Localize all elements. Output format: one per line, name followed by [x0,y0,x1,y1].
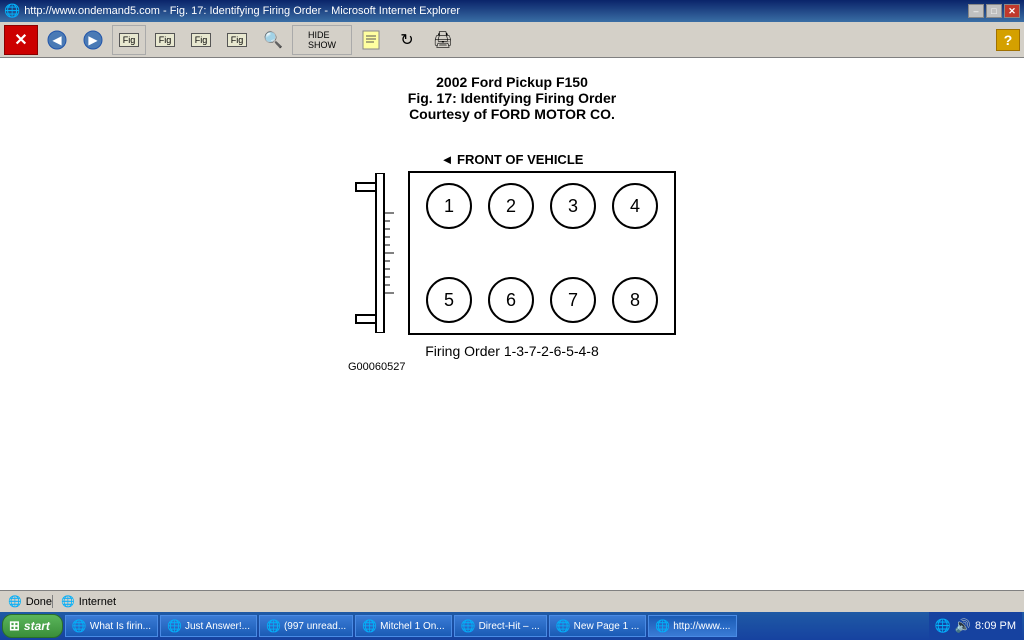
taskbar-label-5: New Page 1 ... [574,621,640,632]
svg-text:▶: ▶ [88,33,98,47]
taskbar-icon-0: 🌐 [72,619,87,633]
status-text: Done [26,596,52,608]
taskbar-item-1[interactable]: 🌐 Just Answer!... [160,615,257,637]
toolbar-hideshow-btn[interactable]: HIDESHOW [292,25,352,55]
engine-diagram: 1 2 3 4 5 6 7 8 [348,171,676,335]
toolbar-help-btn[interactable]: ? [996,29,1020,51]
internet-zone: 🌐 Internet [52,595,116,608]
windows-logo: ⊞ [9,618,20,634]
cylinder-5: 5 [426,277,472,323]
taskbar-item-5[interactable]: 🌐 New Page 1 ... [549,615,647,637]
taskbar-label-0: What Is firin... [90,621,151,632]
minimize-btn[interactable]: – [968,4,984,18]
tray-volume-icon: 🔊 [955,618,971,634]
taskbar-label-1: Just Answer!... [185,621,250,632]
zone-icon: 🌐 [61,595,75,608]
cylinder-6: 6 [488,277,534,323]
tray-time: 8:09 PM [975,620,1016,632]
toolbar-fig4-btn[interactable]: Fig [220,25,254,55]
crank-svg [348,173,408,333]
maximize-btn[interactable]: □ [986,4,1002,18]
taskbar-icon-5: 🌐 [556,619,571,633]
taskbar-icon-4: 🌐 [461,619,476,633]
cylinder-4: 4 [612,183,658,229]
zone-label: Internet [79,596,116,608]
taskbar-label-2: (997 unread... [284,621,346,632]
start-label: start [24,619,50,633]
engine-block: 1 2 3 4 5 6 7 8 [408,171,676,335]
status-bar: 🌐 Done 🌐 Internet [0,590,1024,612]
cylinder-7: 7 [550,277,596,323]
toolbar-fig2-btn[interactable]: Fig [148,25,182,55]
part-number: G00060527 [348,361,406,373]
toolbar-fig3-btn[interactable]: Fig [184,25,218,55]
title-bar: 🌐 http://www.ondemand5.com - Fig. 17: Id… [0,0,1024,22]
fig-title: Fig. 17: Identifying Firing Order [408,90,616,106]
main-content: 2002 Ford Pickup F150 Fig. 17: Identifyi… [0,58,1024,590]
toolbar-fig1-btn[interactable]: Fig [112,25,146,55]
taskbar-icon-2: 🌐 [266,619,281,633]
toolbar-fwd-btn[interactable]: ▶ [76,25,110,55]
cylinder-8: 8 [612,277,658,323]
vehicle-title: 2002 Ford Pickup F150 [436,74,588,90]
crank-shape [348,173,408,333]
cylinder-1: 1 [426,183,472,229]
status-icon: 🌐 [8,595,22,608]
taskbar-item-3[interactable]: 🌐 Mitchel 1 On... [355,615,451,637]
toolbar-print-btn[interactable]: 🖨 [426,25,460,55]
toolbar-rotate-btn[interactable]: ↻ [390,25,424,55]
taskbar-icon-3: 🌐 [362,619,377,633]
cylinder-3: 3 [550,183,596,229]
toolbar: ✕ ◀ ▶ Fig Fig Fig Fig 🔍 HIDESHOW [0,22,1024,58]
toolbar-notes-btn[interactable] [354,25,388,55]
title-bar-controls: – □ ✕ [968,4,1020,18]
cylinder-2: 2 [488,183,534,229]
start-button[interactable]: ⊞ start [2,614,63,638]
taskbar-label-4: Direct-Hit – ... [479,621,540,632]
system-tray: 🌐 🔊 8:09 PM [929,612,1022,640]
title-bar-text: http://www.ondemand5.com - Fig. 17: Iden… [24,5,968,17]
tray-network-icon: 🌐 [935,618,951,634]
taskbar-icon-6: 🌐 [655,619,670,633]
title-bar-icon: 🌐 [4,3,20,19]
toolbar-back-btn[interactable]: ◀ [40,25,74,55]
taskbar-item-2[interactable]: 🌐 (997 unread... [259,615,353,637]
taskbar: ⊞ start 🌐 What Is firin... 🌐 Just Answer… [0,612,1024,640]
taskbar-item-6[interactable]: 🌐 http://www.... [648,615,737,637]
taskbar-item-4[interactable]: 🌐 Direct-Hit – ... [454,615,547,637]
svg-text:◀: ◀ [52,33,62,47]
taskbar-item-0[interactable]: 🌐 What Is firin... [65,615,158,637]
taskbar-label-6: http://www.... [673,621,730,632]
firing-order-text: Firing Order 1-3-7-2-6-5-4-8 [425,343,599,359]
taskbar-label-3: Mitchel 1 On... [380,621,444,632]
courtesy-text: Courtesy of FORD MOTOR CO. [409,106,615,122]
front-label: ◄ FRONT OF VEHICLE [441,152,584,167]
diagram-container: ◄ FRONT OF VEHICLE [348,152,676,373]
close-window-btn[interactable]: ✕ [1004,4,1020,18]
taskbar-icon-1: 🌐 [167,619,182,633]
toolbar-find-btn[interactable]: 🔍 [256,25,290,55]
toolbar-close-btn[interactable]: ✕ [4,25,38,55]
